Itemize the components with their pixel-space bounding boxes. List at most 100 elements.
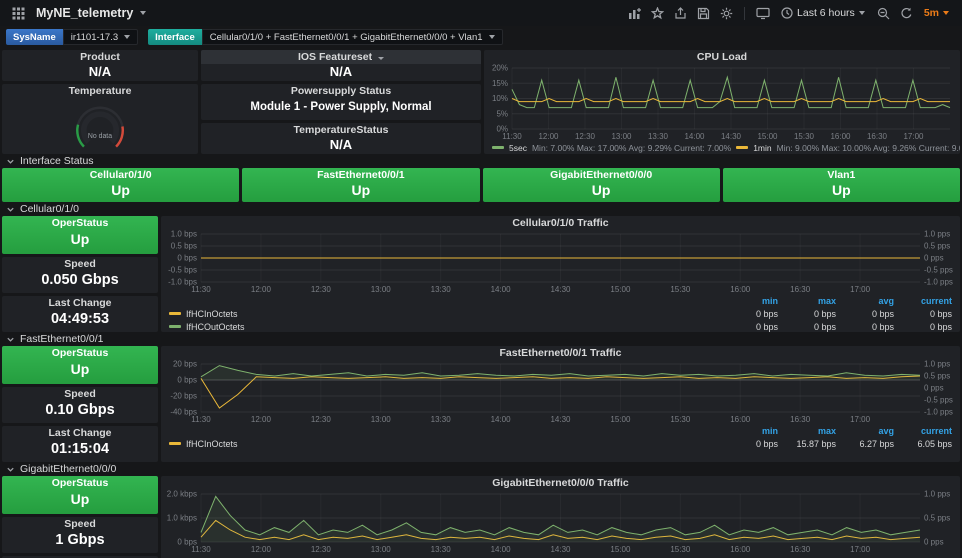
svg-text:15:00: 15:00 [610, 545, 631, 554]
legend-col-current[interactable]: current [894, 426, 952, 436]
temperature-status-panel-title[interactable]: TemperatureStatus [201, 123, 481, 137]
refresh-interval-label: 5m [923, 7, 939, 19]
star-icon[interactable] [647, 3, 668, 23]
ios-featureset-panel-title[interactable]: IOS Featureset [201, 50, 481, 64]
svg-text:15:30: 15:30 [794, 132, 815, 141]
dashboard-title[interactable]: MyNE_telemetry [36, 6, 133, 20]
clock-icon [781, 7, 793, 19]
fastethernet-speed-title[interactable]: Speed [2, 387, 158, 401]
legend-col-current[interactable]: current [894, 296, 952, 306]
legend-stats-1min: Min: 9.00% Max: 10.00% Avg: 9.26% Curren… [776, 142, 960, 153]
gigabitethernet-traffic-chart[interactable]: 2.0 kbps 1.0 kbps 0 bps 1.0 pps 0.5 pps 0 pps… [161, 490, 960, 554]
svg-text:16:00: 16:00 [830, 132, 851, 141]
temperature-gauge: No data [76, 106, 124, 148]
legend-col-min[interactable]: min [720, 296, 778, 306]
svg-text:16:00: 16:00 [730, 545, 751, 554]
fastethernet-traffic-chart[interactable]: 20 bps 0 bps -20 bps -40 bps 1.0 pps 0.5 pps 0… [161, 360, 960, 424]
cellular-operstatus-title[interactable]: OperStatus [2, 216, 158, 230]
chevron-down-icon [7, 337, 14, 342]
dashboards-grid-icon[interactable] [8, 3, 29, 23]
svg-text:0 pps: 0 pps [924, 384, 944, 393]
legend-col-avg[interactable]: avg [836, 296, 894, 306]
variables-submenu: SysName ir1101-17.3 Interface Cellular0/… [0, 26, 962, 48]
gigabitethernet-speed-title[interactable]: Speed [2, 517, 158, 531]
svg-text:14:30: 14:30 [721, 132, 742, 141]
row-header-interface-status[interactable]: Interface Status [2, 154, 960, 168]
legend-series-5sec[interactable]: 5sec [509, 143, 527, 153]
fastethernet-traffic-panel: FastEthernet0/0/1 Traffic 20 bps 0 bps -20… [161, 346, 960, 462]
cellular-lastchange-title[interactable]: Last Change [2, 296, 158, 310]
series-marker [169, 325, 181, 328]
status-panel-vlan1-value: Up [832, 182, 851, 198]
variable-interface: Interface Cellular0/1/0 + FastEthernet0/… [148, 29, 503, 45]
cellular-traffic-panel: Cellular0/1/0 Traffic 1.0 bps 0.5 bps 0 bp… [161, 216, 960, 332]
series-marker-5sec [492, 146, 504, 149]
cycle-view-tv-icon[interactable] [752, 3, 773, 23]
svg-text:14:30: 14:30 [550, 415, 571, 424]
cellular-traffic-legend: min max avg current IfHCInOctets 0 bps 0… [161, 294, 960, 332]
powersupply-panel-title[interactable]: Powersupply Status [201, 84, 481, 98]
svg-text:0.5 pps: 0.5 pps [924, 372, 950, 381]
fastethernet-operstatus-title[interactable]: OperStatus [2, 346, 158, 360]
settings-gear-icon[interactable] [716, 3, 737, 23]
dashboard-grid: Product N/A Temperature No data IOS Feat… [0, 48, 962, 558]
status-panel-fastethernet-title[interactable]: FastEthernet0/0/1 [242, 168, 479, 182]
cellular-traffic-title[interactable]: Cellular0/1/0 Traffic [161, 216, 960, 230]
temperature-panel-title[interactable]: Temperature [2, 84, 198, 98]
svg-text:16:30: 16:30 [790, 415, 811, 424]
series-marker [169, 312, 181, 315]
svg-text:12:30: 12:30 [311, 285, 332, 294]
status-panel-gigabitethernet-title[interactable]: GigabitEthernet0/0/0 [483, 168, 720, 182]
svg-text:14:30: 14:30 [550, 285, 571, 294]
add-panel-icon[interactable] [624, 3, 645, 23]
cpu-load-panel-title[interactable]: CPU Load [484, 50, 960, 64]
status-panel-vlan1-title[interactable]: Vlan1 [723, 168, 960, 182]
variable-sysname-caret-icon [124, 35, 131, 39]
fastethernet-lastchange-value: 01:15:04 [50, 441, 110, 457]
gigabitethernet-traffic-title[interactable]: GigabitEthernet0/0/0 Traffic [161, 476, 960, 490]
share-icon[interactable] [670, 3, 691, 23]
legend-series-1min[interactable]: 1min [753, 143, 771, 153]
legend-col-max[interactable]: max [778, 426, 836, 436]
legend-col-min[interactable]: min [720, 426, 778, 436]
svg-text:17:00: 17:00 [850, 545, 871, 554]
svg-text:1.0 pps: 1.0 pps [924, 490, 950, 499]
svg-text:13:30: 13:30 [431, 545, 452, 554]
status-panel-fastethernet: FastEthernet0/0/1 Up [242, 168, 480, 202]
svg-text:14:00: 14:00 [491, 415, 512, 424]
svg-text:-1.0 pps: -1.0 pps [924, 408, 953, 417]
row-header-gigabitethernet[interactable]: GigabitEthernet0/0/0 [2, 462, 960, 476]
refresh-icon[interactable] [896, 3, 917, 23]
dashboard-title-caret-icon [140, 11, 147, 15]
zoom-out-icon[interactable] [873, 3, 894, 23]
fastethernet-lastchange-title[interactable]: Last Change [2, 426, 158, 440]
time-range-picker[interactable]: Last 6 hours [775, 7, 871, 19]
powersupply-panel: Powersupply Status Module 1 - Power Supp… [201, 84, 481, 120]
legend-row-ifhcinoctets: IfHCInOctets 0 bps 15.87 bps 6.27 bps 6.… [169, 437, 952, 450]
product-panel-title[interactable]: Product [2, 50, 198, 64]
svg-text:-0.5 bps: -0.5 bps [168, 266, 197, 275]
svg-text:15:30: 15:30 [670, 545, 691, 554]
status-panel-cellular-title[interactable]: Cellular0/1/0 [2, 168, 239, 182]
svg-text:14:30: 14:30 [550, 545, 571, 554]
legend-col-max[interactable]: max [778, 296, 836, 306]
svg-text:5%: 5% [496, 109, 508, 118]
save-icon[interactable] [693, 3, 714, 23]
gigabitethernet-operstatus-title[interactable]: OperStatus [2, 476, 158, 490]
variable-interface-dropdown[interactable]: Cellular0/1/0 + FastEthernet0/0/1 + Giga… [201, 29, 503, 45]
variable-sysname-dropdown[interactable]: ir1101-17.3 [62, 29, 139, 45]
svg-text:12:00: 12:00 [251, 415, 272, 424]
svg-text:11:30: 11:30 [191, 415, 211, 424]
fastethernet-traffic-title[interactable]: FastEthernet0/0/1 Traffic [161, 346, 960, 360]
cellular-speed-title[interactable]: Speed [2, 257, 158, 271]
gigabitethernet-traffic-legend [161, 554, 960, 558]
refresh-interval-dropdown[interactable]: 5m [919, 7, 954, 19]
cellular-traffic-chart[interactable]: 1.0 bps 0.5 bps 0 bps -0.5 bps -1.0 bps 1.0 p… [161, 230, 960, 294]
svg-text:17:00: 17:00 [903, 132, 924, 141]
gigabitethernet-speed-panel: Speed 1 Gbps [2, 517, 158, 553]
legend-col-avg[interactable]: avg [836, 426, 894, 436]
time-range-caret-icon [858, 11, 865, 15]
row-header-fastethernet[interactable]: FastEthernet0/0/1 [2, 332, 960, 346]
cpu-load-chart[interactable]: 20% 15% 10% 5% 0% 11:30 12:00 12:30 13:00 13:30 14… [484, 64, 960, 141]
row-header-cellular[interactable]: Cellular0/1/0 [2, 202, 960, 216]
